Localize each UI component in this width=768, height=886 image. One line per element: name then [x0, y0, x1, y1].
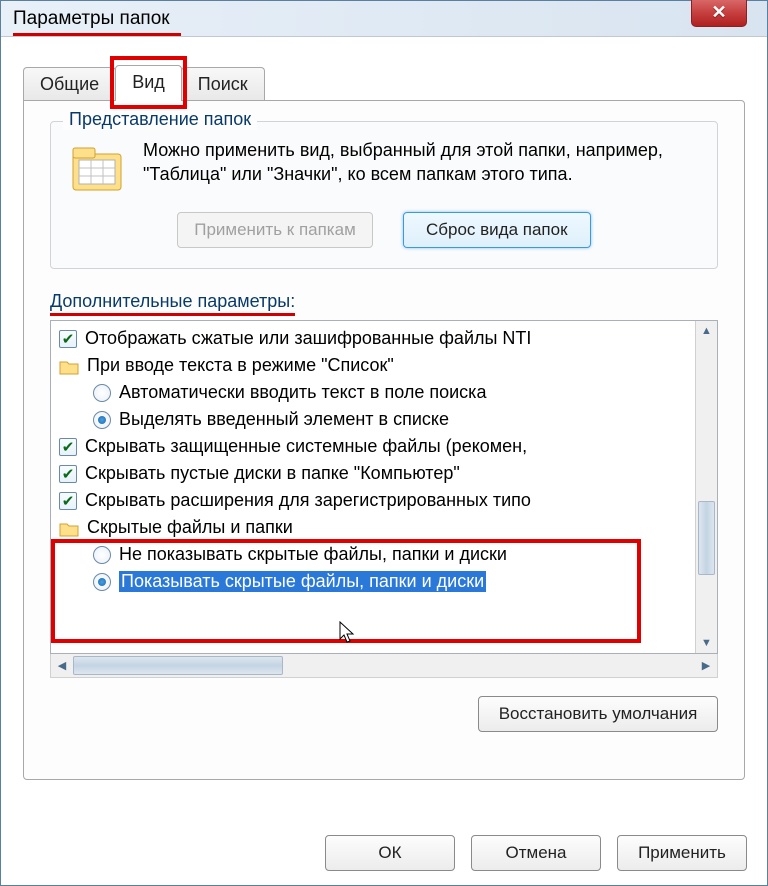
radio[interactable]: [93, 546, 111, 564]
title-bar: Параметры папок: [1, 1, 767, 37]
tab-bar: Общие Вид Поиск: [23, 65, 745, 101]
apply-to-folders-button: Применить к папкам: [177, 212, 373, 248]
list-item[interactable]: Не показывать скрытые файлы, папки и дис…: [55, 541, 713, 568]
dialog-footer: ОК Отмена Применить: [325, 835, 747, 871]
checkbox[interactable]: [59, 492, 77, 510]
scroll-up-arrow-icon[interactable]: ▲: [696, 321, 717, 341]
checkbox[interactable]: [59, 330, 77, 348]
list-item-label: Отображать сжатые или зашифрованные файл…: [85, 328, 531, 349]
list-item[interactable]: Автоматически вводить текст в поле поиск…: [55, 379, 713, 406]
folder-icon: [59, 519, 79, 537]
list-item-label: Скрывать защищенные системные файлы (рек…: [85, 436, 527, 457]
checkbox[interactable]: [59, 438, 77, 456]
close-icon: ✕: [711, 2, 726, 23]
folder-view-group: Представление папок Можно пр: [50, 121, 718, 269]
list-item[interactable]: Выделять введенный элемент в списке: [55, 406, 713, 433]
list-item[interactable]: Скрывать пустые диски в папке "Компьютер…: [55, 460, 713, 487]
list-item-label: При вводе текста в режиме "Список": [87, 355, 394, 376]
scroll-thumb[interactable]: [698, 501, 715, 575]
checkbox[interactable]: [59, 465, 77, 483]
dialog-body: Общие Вид Поиск Представление папок: [1, 37, 767, 794]
scroll-right-arrow-icon[interactable]: ▶: [695, 659, 717, 672]
radio[interactable]: [93, 573, 111, 591]
reset-folders-button[interactable]: Сброс вида папок: [403, 212, 591, 248]
radio[interactable]: [93, 384, 111, 402]
list-item-label: Скрывать расширения для зарегистрированн…: [85, 490, 531, 511]
list-item[interactable]: Скрывать расширения для зарегистрированн…: [55, 487, 713, 514]
tab-label: Общие: [40, 74, 99, 94]
scroll-left-arrow-icon[interactable]: ◀: [51, 659, 73, 672]
advanced-settings-list[interactable]: Отображать сжатые или зашифрованные файл…: [50, 320, 718, 654]
advanced-settings-label: Дополнительные параметры:: [50, 291, 295, 316]
tab-label: Вид: [132, 72, 165, 92]
list-item-label: Показывать скрытые файлы, папки и диски: [119, 571, 486, 592]
folder-settings-icon: [69, 138, 125, 194]
vertical-scrollbar[interactable]: ▲ ▼: [695, 321, 717, 653]
apply-button[interactable]: Применить: [617, 835, 747, 871]
scroll-thumb[interactable]: [73, 656, 283, 675]
close-button[interactable]: ✕: [691, 0, 747, 27]
cancel-button[interactable]: Отмена: [471, 835, 601, 871]
annotation-underline: [13, 33, 181, 36]
tab-view[interactable]: Вид: [115, 65, 182, 101]
folder-icon: [59, 357, 79, 375]
horizontal-scrollbar[interactable]: ◀ ▶: [50, 654, 718, 678]
tab-label: Поиск: [198, 74, 248, 94]
scroll-down-arrow-icon[interactable]: ▼: [696, 633, 717, 653]
list-item[interactable]: Отображать сжатые или зашифрованные файл…: [55, 325, 713, 352]
dialog-window: Параметры папок ✕ Общие Вид Поиск Предст…: [0, 0, 768, 886]
list-item-label: Автоматически вводить текст в поле поиск…: [119, 382, 486, 403]
list-item-label: Скрытые файлы и папки: [87, 517, 293, 538]
tab-search[interactable]: Поиск: [181, 67, 265, 101]
folder-view-desc: Можно применить вид, выбранный для этой …: [143, 138, 699, 194]
restore-defaults-button[interactable]: Восстановить умолчания: [478, 696, 718, 732]
list-item: При вводе текста в режиме "Список": [55, 352, 713, 379]
list-item-label: Скрывать пустые диски в папке "Компьютер…: [85, 463, 460, 484]
list-item-label: Не показывать скрытые файлы, папки и дис…: [119, 544, 507, 565]
ok-button[interactable]: ОК: [325, 835, 455, 871]
list-item[interactable]: Скрывать защищенные системные файлы (рек…: [55, 433, 713, 460]
window-title: Параметры папок: [13, 8, 170, 30]
radio[interactable]: [93, 411, 111, 429]
tab-general[interactable]: Общие: [23, 67, 116, 101]
group-label: Представление папок: [63, 109, 257, 130]
list-item: Скрытые файлы и папки: [55, 514, 713, 541]
list-item-label: Выделять введенный элемент в списке: [119, 409, 449, 430]
cursor-icon: [339, 621, 357, 645]
list-item-show-hidden[interactable]: Показывать скрытые файлы, папки и диски: [55, 568, 713, 595]
tab-content: Представление папок Можно пр: [23, 100, 745, 780]
